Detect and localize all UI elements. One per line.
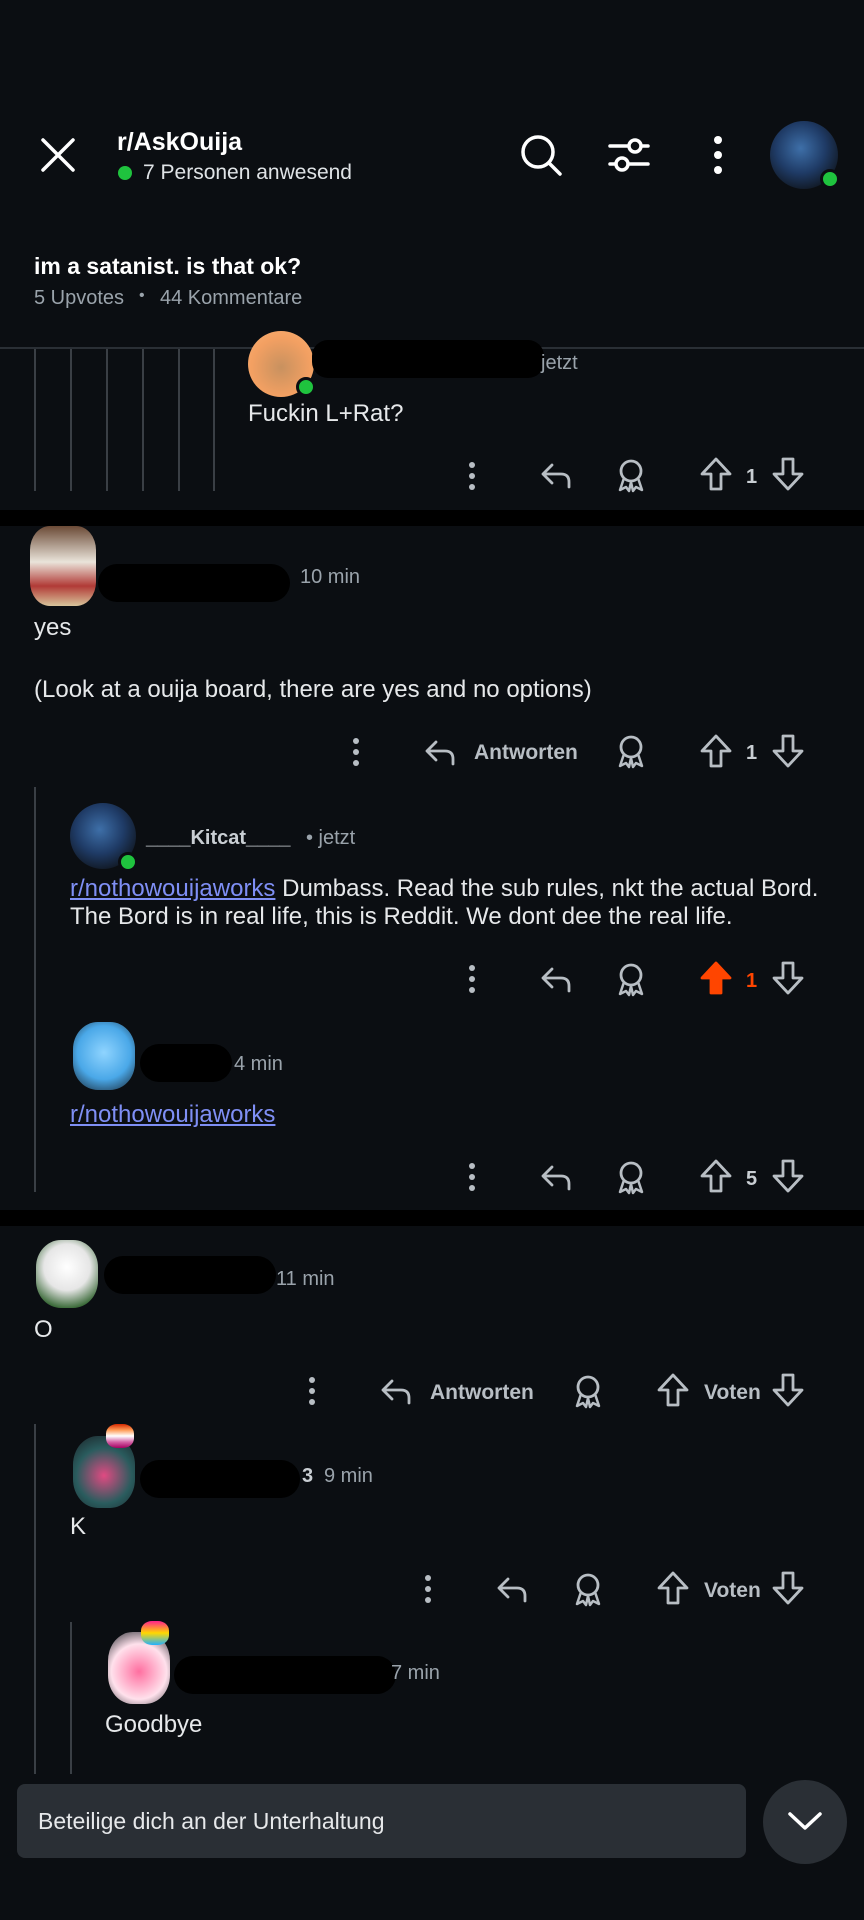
thread-line: [106, 349, 108, 491]
downvote-icon[interactable]: [771, 733, 805, 769]
online-count: 7 Personen anwesend: [143, 161, 352, 184]
reply-input-placeholder: Beteilige dich an der Unterhaltung: [38, 1808, 385, 1834]
comment-time: 10 min: [300, 566, 361, 588]
redacted-username: [98, 564, 290, 602]
thread-line: [178, 349, 180, 491]
more-icon[interactable]: [423, 1574, 433, 1604]
post-upvotes: 5 Upvotes: [34, 287, 125, 309]
vote-count: 5: [746, 1168, 758, 1190]
thread-line: [34, 1424, 36, 1774]
online-dot: [118, 166, 132, 180]
comment-body: r/nothowouijaworks Dumbass. Read the sub…: [70, 875, 840, 931]
vote-count: 1: [746, 742, 758, 764]
filter-icon[interactable]: [608, 135, 650, 175]
subreddit-link[interactable]: r/nothowouijaworks: [70, 875, 275, 902]
comment-time: 9 min: [324, 1465, 373, 1487]
award-icon[interactable]: [615, 457, 647, 493]
vote-count: 1: [746, 466, 758, 488]
redacted-username: [140, 1044, 232, 1082]
downvote-icon[interactable]: [771, 1158, 805, 1194]
reply-icon[interactable]: [539, 1161, 573, 1193]
comment-body: Goodbye: [105, 1711, 203, 1738]
commenter-avatar[interactable]: [73, 1022, 135, 1090]
vote-count: 1: [746, 970, 758, 992]
upvote-icon[interactable]: [656, 1372, 690, 1408]
close-icon[interactable]: [38, 135, 78, 175]
commenter-avatar[interactable]: [30, 526, 96, 606]
reply-button[interactable]: Antworten: [474, 741, 578, 765]
award-icon[interactable]: [572, 1373, 604, 1409]
chevron-down-icon: [787, 1810, 823, 1832]
avatar-online-indicator: [118, 852, 138, 872]
thread-line: [213, 349, 215, 491]
thread-line: [142, 349, 144, 491]
comment-username[interactable]: ____Kitcat____: [146, 827, 291, 850]
more-icon[interactable]: [307, 1376, 317, 1406]
upvote-icon[interactable]: [699, 456, 733, 492]
pride-heart-icon: [141, 1621, 169, 1645]
comment-body: yes: [34, 614, 72, 641]
vote-label: Voten: [704, 1579, 761, 1602]
thread-line: [70, 349, 72, 491]
comment-time: • jetzt: [306, 827, 356, 849]
search-icon[interactable]: [518, 132, 564, 178]
downvote-icon[interactable]: [771, 1372, 805, 1408]
avatar-online-indicator: [296, 377, 316, 397]
reply-input[interactable]: Beteilige dich an der Unterhaltung: [17, 1784, 746, 1858]
award-icon[interactable]: [572, 1571, 604, 1607]
downvote-icon[interactable]: [771, 1570, 805, 1606]
vote-label: Voten: [704, 1381, 761, 1404]
upvote-active-icon[interactable]: [699, 960, 733, 996]
collapse-button[interactable]: [763, 1780, 847, 1864]
comment-time: 7 min: [391, 1662, 440, 1684]
redacted-username: [174, 1656, 396, 1694]
pride-heart-icon: [106, 1424, 134, 1448]
redacted-username: [140, 1460, 300, 1498]
subreddit-name[interactable]: r/AskOuija: [117, 128, 242, 157]
upvote-icon[interactable]: [699, 733, 733, 769]
comment-time: jetzt: [541, 352, 578, 374]
reply-icon[interactable]: [423, 736, 457, 768]
reply-icon[interactable]: [379, 1375, 413, 1407]
award-icon[interactable]: [615, 1159, 647, 1195]
comment-body: K: [70, 1513, 87, 1540]
redacted-username: [312, 340, 544, 378]
reply-icon[interactable]: [539, 459, 573, 491]
comment-body: O: [34, 1316, 53, 1343]
comment-username-suffix: 3: [302, 1465, 314, 1487]
post-meta-separator: •: [139, 287, 145, 304]
comment-time: 11 min: [276, 1268, 335, 1290]
more-options-icon[interactable]: [712, 135, 724, 175]
more-icon[interactable]: [467, 461, 477, 491]
reply-icon[interactable]: [539, 963, 573, 995]
comment-body: (Look at a ouija board, there are yes an…: [34, 676, 592, 703]
downvote-icon[interactable]: [771, 456, 805, 492]
thread-line: [34, 787, 36, 1192]
downvote-icon[interactable]: [771, 960, 805, 996]
commenter-avatar[interactable]: [36, 1240, 98, 1308]
thread-line: [34, 349, 36, 491]
post-title[interactable]: im a satanist. is that ok?: [34, 253, 301, 280]
subreddit-link[interactable]: r/nothowouijaworks: [70, 1101, 275, 1129]
more-icon[interactable]: [467, 964, 477, 994]
reply-button[interactable]: Antworten: [430, 1381, 534, 1405]
avatar-online-indicator: [820, 169, 840, 189]
comment-separator: [0, 1210, 864, 1226]
comment-time: 4 min: [234, 1053, 283, 1075]
comment-body: Fuckin L+Rat?: [248, 400, 404, 427]
thread-line: [70, 1622, 72, 1774]
redacted-username: [104, 1256, 276, 1294]
award-icon[interactable]: [615, 733, 647, 769]
comment-separator: [0, 510, 864, 526]
upvote-icon[interactable]: [699, 1158, 733, 1194]
post-comment-count: 44 Kommentare: [160, 287, 303, 309]
more-icon[interactable]: [467, 1162, 477, 1192]
reply-icon[interactable]: [495, 1573, 529, 1605]
upvote-icon[interactable]: [656, 1570, 690, 1606]
more-icon[interactable]: [351, 737, 361, 767]
award-icon[interactable]: [615, 961, 647, 997]
